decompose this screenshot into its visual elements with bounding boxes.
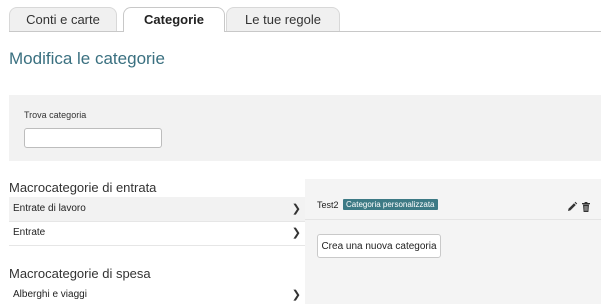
tab-categorie[interactable]: Categorie xyxy=(123,7,225,32)
list-item-entrate[interactable]: Entrate ❯ xyxy=(9,221,305,245)
page-title: Modifica le categorie xyxy=(9,49,165,68)
custom-category-badge: Categoria personalizzata xyxy=(343,199,438,210)
tab-le-tue-regole[interactable]: Le tue regole xyxy=(226,7,340,31)
category-name: Test2 xyxy=(317,200,339,210)
expense-section-title: Macrocategorie di spesa xyxy=(9,266,151,281)
search-input[interactable] xyxy=(24,128,162,148)
list-item-label: Entrate xyxy=(13,227,46,238)
chevron-right-icon: ❯ xyxy=(291,227,301,239)
search-label: Trova categoria xyxy=(24,110,87,120)
category-detail-panel: Test2 Categoria personalizzata Crea una … xyxy=(305,179,601,304)
tab-bar: Conti e carte Categorie Le tue regole xyxy=(9,7,601,32)
tab-conti-e-carte[interactable]: Conti e carte xyxy=(9,7,117,31)
chevron-right-icon: ❯ xyxy=(291,289,301,301)
row-divider xyxy=(9,245,305,246)
category-detail-header: Test2 Categoria personalizzata xyxy=(305,179,601,220)
list-item-entrate-di-lavoro[interactable]: Entrate di lavoro ❯ xyxy=(9,197,305,221)
list-item-label: Alberghi e viaggi xyxy=(13,289,87,300)
income-section-title: Macrocategorie di entrata xyxy=(9,180,157,195)
tab-bar-divider xyxy=(9,31,601,32)
pencil-icon[interactable] xyxy=(566,200,578,212)
list-item-label: Entrate di lavoro xyxy=(13,203,86,214)
trash-icon[interactable] xyxy=(580,200,592,212)
create-category-button[interactable]: Crea una nuova categoria xyxy=(317,234,441,258)
search-panel: Trova categoria xyxy=(9,95,601,161)
chevron-right-icon: ❯ xyxy=(291,203,301,215)
list-item-alberghi-e-viaggi[interactable]: Alberghi e viaggi ❯ xyxy=(9,283,305,307)
